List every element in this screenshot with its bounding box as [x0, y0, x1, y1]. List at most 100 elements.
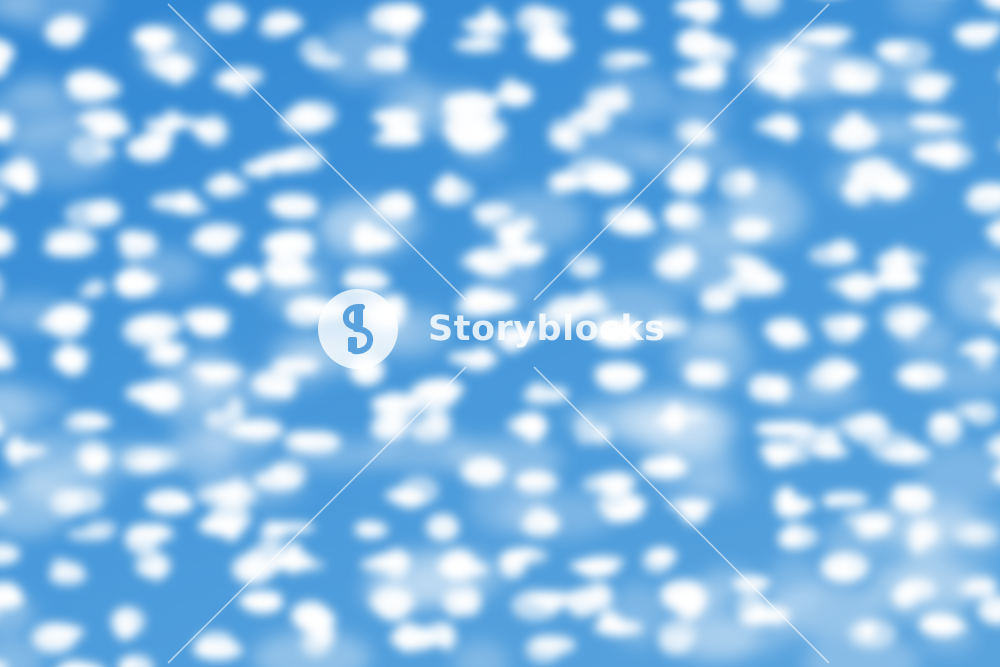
cloud-haze: [891, 0, 951, 23]
cloudlet: [869, 431, 932, 465]
photo-canvas: Storyblocks: [0, 0, 1000, 667]
cloud-haze: [0, 385, 68, 422]
cloudlet: [43, 227, 98, 258]
cloudlet: [896, 362, 946, 390]
cloudlet: [675, 62, 727, 90]
cloudlet: [492, 324, 541, 354]
cloudlet: [118, 654, 154, 667]
cloudlet: [600, 50, 652, 72]
cloudlet: [890, 483, 934, 514]
cloudlet: [774, 486, 815, 519]
cloudlet: [67, 519, 117, 541]
cloudlet: [198, 503, 252, 542]
cloudlet: [874, 38, 932, 69]
cloudlet: [684, 360, 729, 388]
cloud-field: [0, 0, 1000, 667]
cloudlet: [424, 513, 460, 542]
cloudlet: [214, 66, 264, 96]
cloudlet: [189, 222, 244, 256]
cloudlet: [453, 35, 503, 53]
cloudlet: [649, 316, 689, 337]
cloudlet: [354, 520, 389, 539]
cloudlet: [461, 456, 506, 486]
cloudlet: [145, 489, 194, 515]
cloudlet: [732, 575, 772, 594]
cloudlet: [822, 491, 869, 508]
cloudlet: [525, 635, 576, 664]
cloudlet: [447, 346, 499, 372]
cloudlet: [872, 171, 910, 200]
cloudlet: [110, 606, 146, 641]
cloudlet: [984, 217, 1000, 248]
cloudlet: [0, 189, 9, 208]
cloudlet: [952, 522, 998, 546]
cloudlet: [122, 446, 178, 475]
cloudlet: [718, 169, 757, 199]
cloudlet: [52, 342, 91, 377]
cloudlet: [48, 557, 87, 586]
cloudlet: [965, 181, 1000, 214]
cloudlet: [604, 206, 658, 236]
cloudlet: [461, 6, 510, 39]
cloudlet: [65, 69, 122, 105]
cloudlet: [193, 630, 243, 661]
cloudlet: [431, 173, 475, 206]
cloudlet: [594, 361, 647, 393]
cloudlet: [848, 617, 896, 650]
cloudlet: [385, 475, 440, 509]
cloudlet: [667, 498, 715, 525]
cloudlet: [927, 412, 963, 445]
cloudlet: [870, 267, 921, 291]
cloudlet: [842, 176, 874, 206]
cloudlet: [673, 0, 720, 24]
cloudlet: [605, 5, 643, 31]
cloudlet: [808, 239, 859, 266]
cloudlet: [369, 585, 416, 621]
cloud-haze: [453, 640, 509, 667]
cloudlet: [748, 373, 791, 403]
cloud-haze: [168, 427, 236, 474]
cloudlet: [280, 100, 337, 134]
cloudlet: [267, 192, 319, 220]
cloudlet: [77, 279, 107, 299]
cloudlet: [258, 10, 305, 39]
cloudlet: [979, 0, 1000, 11]
cloudlet: [226, 266, 263, 295]
cloudlet: [754, 113, 801, 143]
cloudlet: [134, 551, 172, 582]
cloudlet: [283, 429, 341, 455]
cloudlet: [150, 190, 209, 216]
cloudlet: [56, 659, 102, 667]
cloudlet: [977, 594, 1000, 625]
cloudlet: [663, 200, 704, 231]
cloudlet: [63, 411, 113, 435]
cloudlet: [124, 523, 175, 555]
cloudlet: [515, 469, 559, 495]
cloudlet: [64, 199, 122, 229]
cloudlet: [125, 380, 183, 412]
cloudlet: [763, 317, 810, 349]
cloudlet: [0, 542, 21, 566]
cloudlet: [567, 254, 602, 279]
cloudlet: [827, 271, 879, 303]
cloudlet: [262, 145, 324, 174]
cloudlet: [341, 265, 391, 291]
cloudlet: [204, 172, 249, 199]
cloudlet: [0, 157, 38, 194]
cloudlet: [349, 355, 385, 386]
cloudlet: [676, 27, 736, 66]
cloudlet: [641, 546, 677, 574]
cloudlet: [181, 307, 231, 338]
cloudlet: [953, 20, 1000, 48]
cloudlet: [0, 275, 4, 299]
cloudlet: [207, 2, 248, 32]
cloudlet: [493, 77, 534, 107]
cloudlet: [569, 555, 625, 578]
cloudlet: [50, 487, 104, 517]
cloudlet: [409, 377, 464, 412]
cloudlet: [0, 228, 15, 257]
cloudlet: [820, 551, 870, 584]
cloudlet: [739, 0, 783, 17]
cloudlet: [285, 296, 349, 327]
cloudlet: [126, 127, 174, 162]
